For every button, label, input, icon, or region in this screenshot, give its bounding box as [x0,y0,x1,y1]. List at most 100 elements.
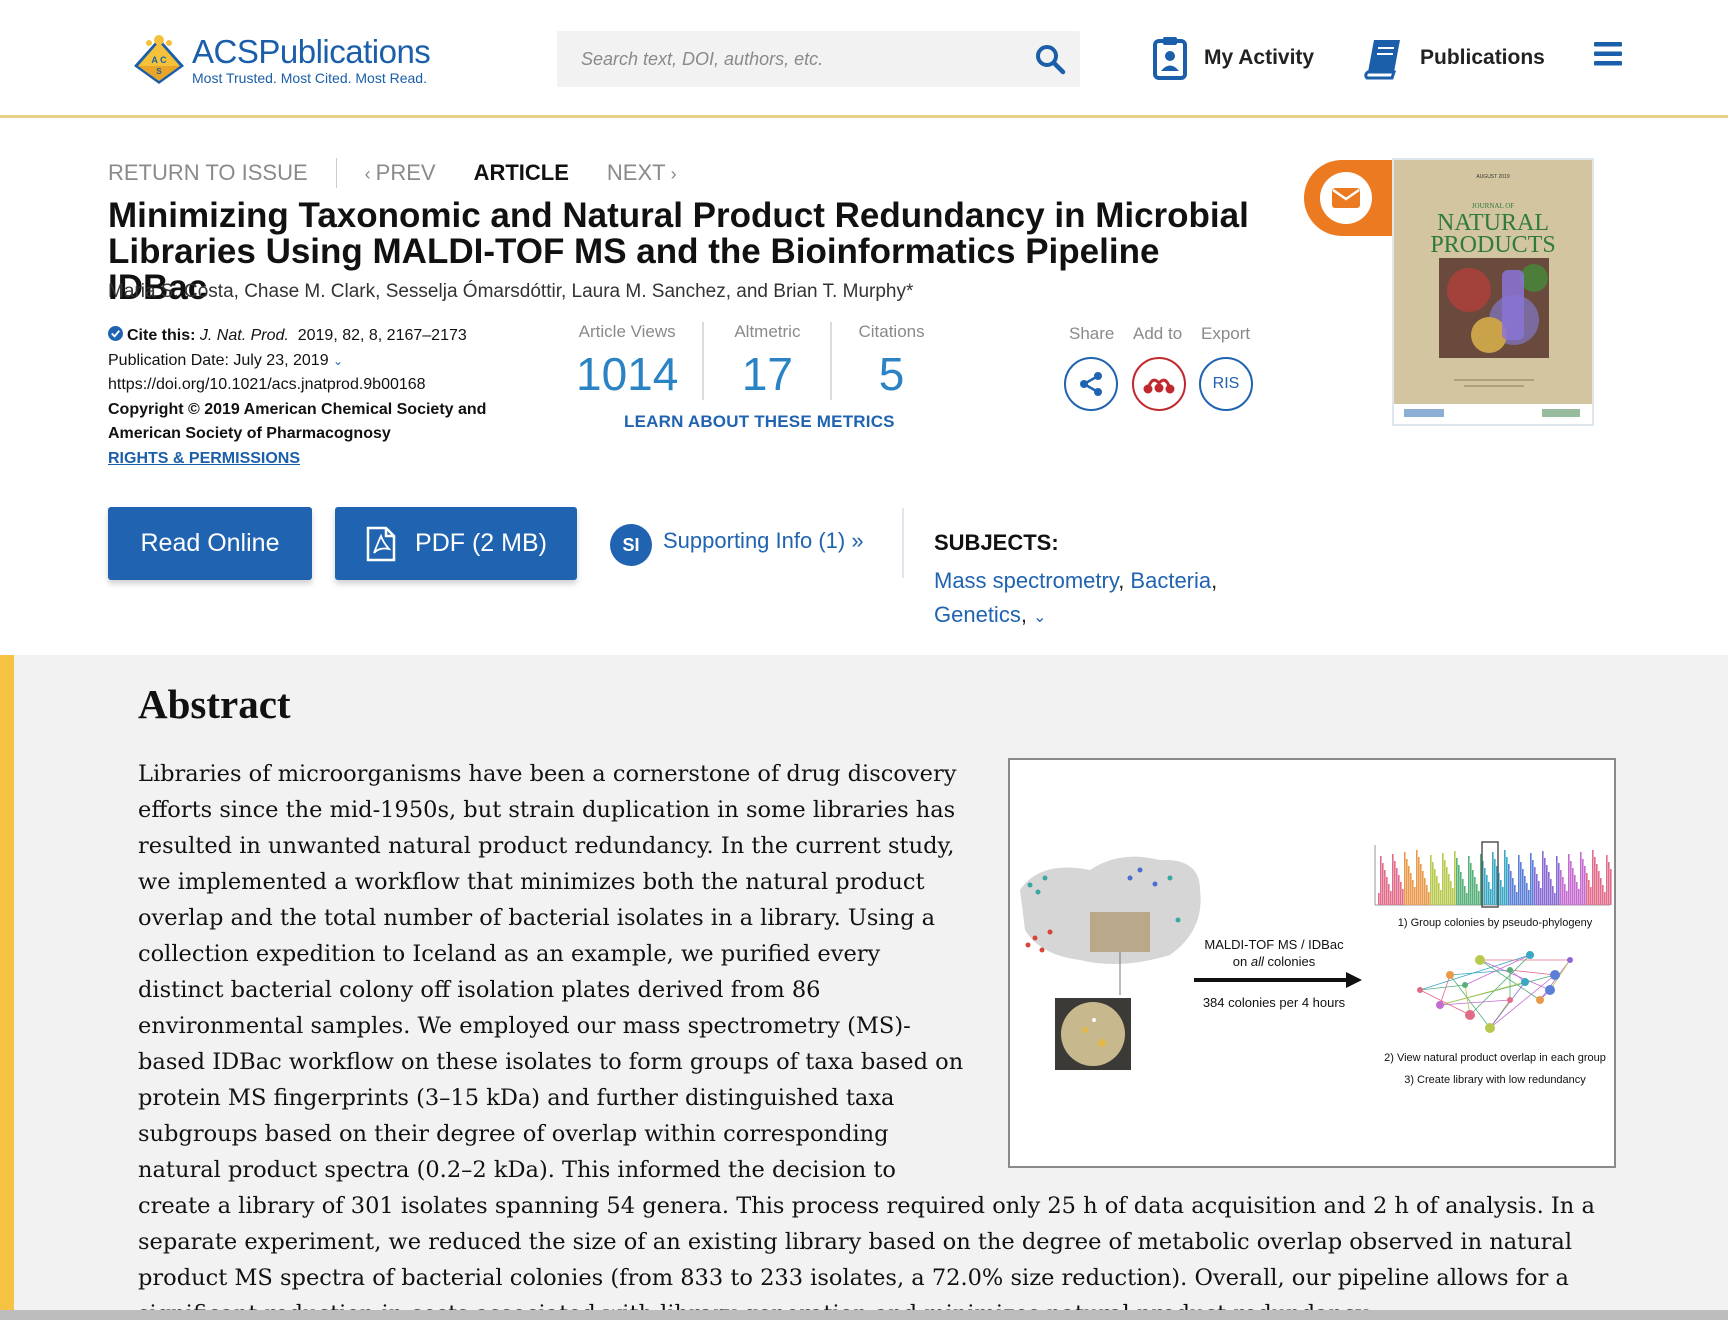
spectrum-bar [1404,852,1406,905]
cover-journal-of: JOURNAL OF [1472,202,1514,210]
spectrum-bar [1586,873,1588,905]
spectrum-bar [1488,882,1490,905]
next-link[interactable]: NEXT › [607,160,677,186]
share-button[interactable] [1064,357,1118,411]
spectrum-bar [1604,892,1606,905]
spectrum-bar [1596,864,1598,905]
network-node [1436,1001,1444,1009]
cover-date: AUGUST 2019 [1476,174,1509,180]
publications-link[interactable]: Publications [1364,36,1545,80]
envelope-icon [1332,188,1360,208]
spectrum-bar [1400,882,1402,905]
publication-date[interactable]: Publication Date: July 23, 2019 ⌄ [108,349,528,374]
chevron-down-icon[interactable]: ⌄ [1033,609,1046,626]
spectrum-bar [1408,866,1410,905]
supporting-info-link[interactable]: Supporting Info (1) » [663,528,864,554]
spectrum-bar [1522,869,1524,905]
metric-article-views[interactable]: Article Views 1014 [560,322,702,400]
return-to-issue-link[interactable]: RETURN TO ISSUE [108,160,308,186]
network-node [1446,971,1454,979]
network-node [1567,957,1573,963]
svg-text:A C: A C [151,55,167,65]
spectrum-bar [1428,892,1430,905]
spectrum-bar [1560,870,1562,905]
acs-publications-logo[interactable]: A C S ACSPublications Most Trusted. Most… [130,30,450,90]
spectrum-bar [1518,855,1520,905]
spectrum-bar [1448,874,1450,905]
metric-citations[interactable]: Citations 5 [830,322,950,400]
spectrum-bar [1466,893,1468,905]
spectrum-bar [1520,862,1522,905]
chevron-left-icon: ‹ [364,164,376,184]
metric-label: Altmetric [734,322,801,341]
spectrum-bar [1472,870,1474,905]
my-activity-link[interactable]: My Activity [1152,36,1314,80]
email-alert-button[interactable] [1320,172,1372,224]
spectrum-bar [1532,860,1534,905]
abstract-heading: Abstract [138,681,291,727]
spectrum-bar [1492,852,1494,905]
spectrum-bar [1578,889,1580,905]
spectrum-bar [1490,889,1492,905]
subject-link[interactable]: Bacteria [1130,568,1211,593]
search-bar [557,31,1080,87]
network-node [1521,978,1529,986]
search-icon[interactable] [1034,43,1066,75]
spectrum-bar [1572,868,1574,905]
site-header: A C S ACSPublications Most Trusted. Most… [0,0,1728,118]
mendeley-button[interactable] [1132,357,1186,411]
spectrum-bar [1402,889,1404,905]
prev-link[interactable]: ‹ PREV [365,160,436,186]
spectrum-bar [1568,854,1570,905]
my-activity-label: My Activity [1204,46,1315,69]
export-ris-button[interactable]: RIS [1199,357,1253,411]
journal-cover-image[interactable]: AUGUST 2019 JOURNAL OF NATURAL PRODUCTS [1392,158,1594,426]
spectrum-bar [1500,880,1502,905]
network-node [1485,1023,1495,1033]
spectrum-bar [1606,855,1608,905]
spectrum-bar [1494,859,1496,905]
spectrum-bar [1570,861,1572,905]
svg-text:S: S [156,67,162,76]
learn-about-metrics-link[interactable]: LEARN ABOUT THESE METRICS [624,412,895,432]
read-online-button[interactable]: Read Online [108,507,312,580]
toc-graphic[interactable]: MALDI-TOF MS / IDBac on all colonies 384… [1008,758,1616,1168]
article-authors[interactable]: Maria S. Costa, Chase M. Clark, Sesselja… [108,281,913,303]
spectrum-bar [1566,891,1568,905]
spectrum-bar [1430,855,1432,905]
doi-link[interactable]: https://doi.org/10.1021/acs.jnatprod.9b0… [108,373,528,398]
toc-step3: 3) Create library with low redundancy [1404,1074,1586,1086]
article-navigation: RETURN TO ISSUE ‹ PREV ARTICLE NEXT › [108,158,677,188]
spectrum-bar [1576,882,1578,905]
cite-this[interactable]: Cite this: J. Nat. Prod. 2019, 82, 8, 21… [108,324,528,349]
acs-logo-icon: A C S [134,35,184,84]
spectrum-bar [1608,862,1610,905]
spectrum-bar [1396,868,1398,905]
network-node [1550,970,1560,980]
toc-step1: 1) Group colonies by pseudo-phylogeny [1398,917,1593,929]
network-node [1507,997,1513,1003]
subject-link[interactable]: Genetics [934,602,1021,627]
spectrum-bar [1548,872,1550,905]
network-node [1465,1010,1475,1020]
spectrum-bar [1538,881,1540,905]
spectrum-bar [1386,877,1388,905]
spectrum-bar [1546,865,1548,905]
share-icon [1080,372,1102,396]
search-input[interactable] [557,48,1017,70]
network-node [1526,951,1534,959]
spectrum-bar [1440,890,1442,905]
metric-altmetric[interactable]: Altmetric 17 [702,322,830,400]
rights-permissions-link[interactable]: RIGHTS & PERMISSIONS [108,447,528,472]
spectrum-bar [1392,854,1394,905]
window-bottom-edge [0,1310,1728,1320]
pdf-download-button[interactable]: PDF (2 MB) [335,507,577,580]
hamburger-menu-icon[interactable] [1594,42,1622,66]
subject-link[interactable]: Mass spectrometry [934,568,1118,593]
spectrum-bar [1592,850,1594,905]
abstract-body: MALDI-TOF MS / IDBac on all colonies 384… [138,756,1618,1320]
spectrum-bar [1384,870,1386,905]
network-edge [1489,981,1526,1029]
spectrum-bar [1446,867,1448,905]
next-label: NEXT [606,160,666,185]
